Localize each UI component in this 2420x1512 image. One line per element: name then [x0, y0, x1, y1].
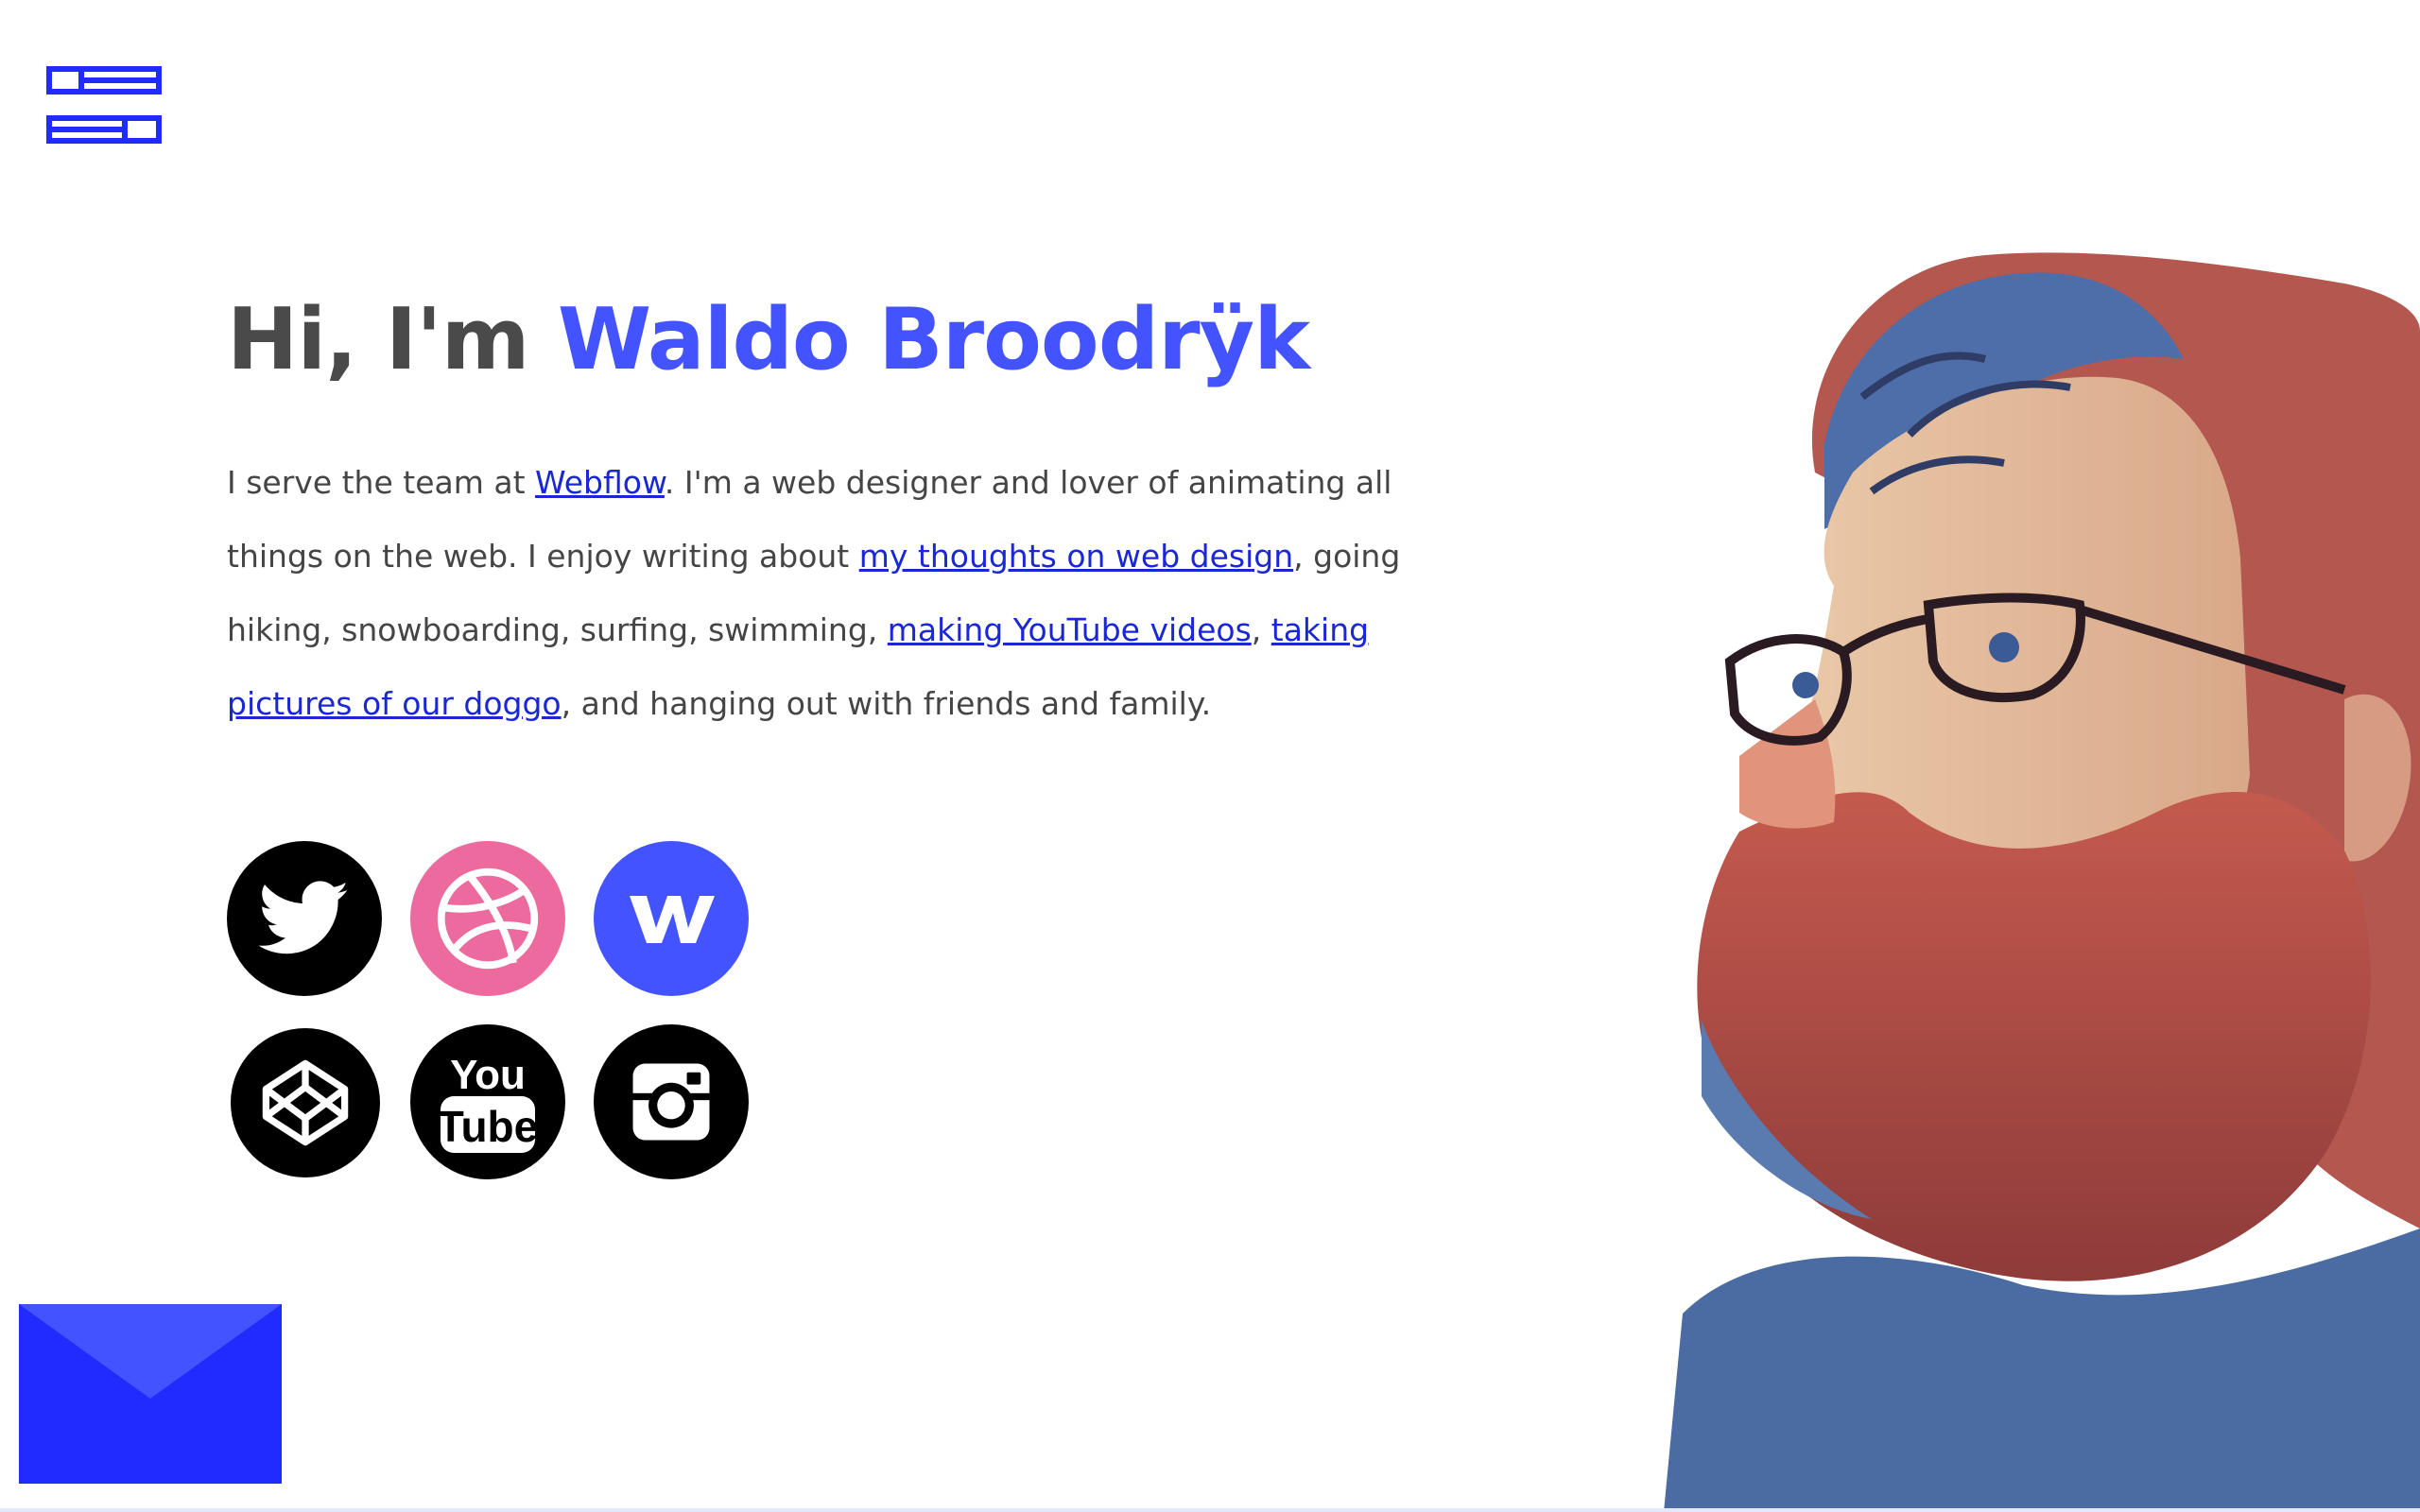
- webflow-link[interactable]: Webflow: [535, 464, 665, 501]
- instagram-icon: [632, 1063, 710, 1141]
- greeting-text: Hi, I'm: [227, 290, 558, 389]
- bio-text-1: I serve the team at: [227, 464, 536, 501]
- webflow-social-link[interactable]: [594, 841, 749, 996]
- intro-section: Hi, I'm Waldo Broodrÿk I serve the team …: [227, 284, 1418, 741]
- bio-paragraph: I serve the team at Webflow. I'm a web d…: [227, 446, 1409, 741]
- youtube-icon: You Tube: [439, 1052, 537, 1153]
- youtube-link[interactable]: You Tube: [410, 1024, 565, 1179]
- thoughts-link[interactable]: my thoughts on web design: [859, 538, 1293, 575]
- youtube-you-glyph: You: [450, 1052, 526, 1098]
- codepen-icon: [262, 1059, 349, 1146]
- instagram-link[interactable]: [594, 1024, 749, 1179]
- mail-icon[interactable]: [19, 1304, 282, 1484]
- dribbble-icon: [437, 868, 539, 970]
- twitter-icon: [259, 881, 349, 954]
- social-links: You Tube: [227, 841, 756, 1181]
- menu-logo-icon[interactable]: [46, 66, 162, 144]
- webflow-icon: [630, 896, 715, 943]
- youtube-videos-link[interactable]: making YouTube videos: [888, 611, 1252, 648]
- bio-text-4: ,: [1251, 611, 1271, 648]
- codepen-link[interactable]: [231, 1028, 380, 1177]
- name-text: Waldo Broodrÿk: [557, 290, 1310, 389]
- dribbble-link[interactable]: [410, 841, 565, 996]
- youtube-tube-glyph: Tube: [439, 1102, 537, 1151]
- bio-text-5: , and hanging out with friends and famil…: [561, 685, 1212, 722]
- portrait-image: [1664, 252, 2420, 1512]
- twitter-link[interactable]: [227, 841, 382, 996]
- bottom-divider: [0, 1508, 2420, 1512]
- page-title: Hi, I'm Waldo Broodrÿk: [227, 284, 1418, 397]
- page: Hi, I'm Waldo Broodrÿk I serve the team …: [0, 0, 2420, 1512]
